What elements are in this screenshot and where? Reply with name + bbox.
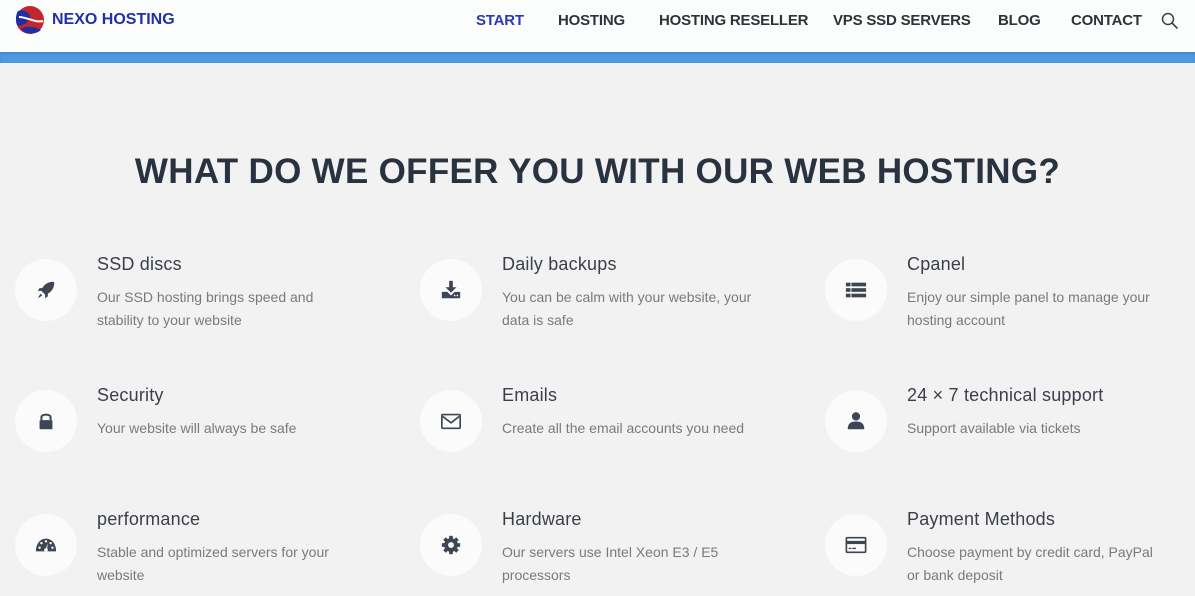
feature-description: Our SSD hosting brings speed and stabili… — [97, 289, 314, 328]
download-icon — [441, 280, 461, 299]
feature-description: Support available via tickets — [907, 420, 1081, 436]
credit-card-icon — [845, 536, 867, 554]
list-icon — [845, 282, 867, 298]
header-accent-bar — [0, 52, 1195, 63]
gear-icon — [441, 535, 461, 555]
feature-title: performance — [97, 509, 201, 529]
nav-blog[interactable]: BLOG — [998, 12, 1041, 29]
nav-start[interactable]: START — [476, 12, 524, 29]
main-nav: START HOSTING HOSTING RESELLER VPS SSD S… — [0, 0, 1195, 42]
feature-title: Hardware — [502, 509, 582, 529]
feature-title: SSD discs — [97, 254, 182, 274]
feature-description: Enjoy our simple panel to manage your ho… — [907, 289, 1150, 328]
nav-hosting-reseller[interactable]: HOSTING RESELLER — [659, 12, 809, 29]
nav-contact[interactable]: CONTACT — [1071, 12, 1142, 29]
feature-description: Your website will always be safe — [97, 420, 297, 436]
feature-title: 24 × 7 technical support — [907, 385, 1104, 405]
feature-description: You can be calm with your website, your … — [502, 289, 752, 328]
feature-title: Payment Methods — [907, 509, 1056, 529]
feature-description: Stable and optimized servers for your we… — [97, 544, 329, 583]
feature-title: Daily backups — [502, 254, 617, 274]
lock-icon — [39, 413, 53, 430]
feature-description: Our servers use Intel Xeon E3 / E5 proce… — [502, 544, 719, 583]
user-icon — [847, 412, 865, 430]
search-icon — [1161, 12, 1178, 29]
nav-hosting[interactable]: HOSTING — [558, 12, 625, 29]
feature-description: Create all the email accounts you need — [502, 420, 745, 436]
feature-title: Emails — [502, 385, 558, 405]
nav-vps-ssd-servers[interactable]: VPS SSD SERVERS — [833, 12, 971, 29]
envelope-icon — [441, 413, 461, 430]
search-button[interactable] — [1160, 11, 1180, 31]
rocket-icon — [37, 281, 55, 299]
section-title: WHAT DO WE OFFER YOU WITH OUR WEB HOSTIN… — [134, 152, 1061, 191]
feature-title: Cpanel — [907, 254, 966, 274]
dashboard-icon — [35, 538, 57, 552]
feature-description: Choose payment by credit card, PayPal or… — [907, 544, 1153, 583]
feature-title: Security — [97, 385, 164, 405]
